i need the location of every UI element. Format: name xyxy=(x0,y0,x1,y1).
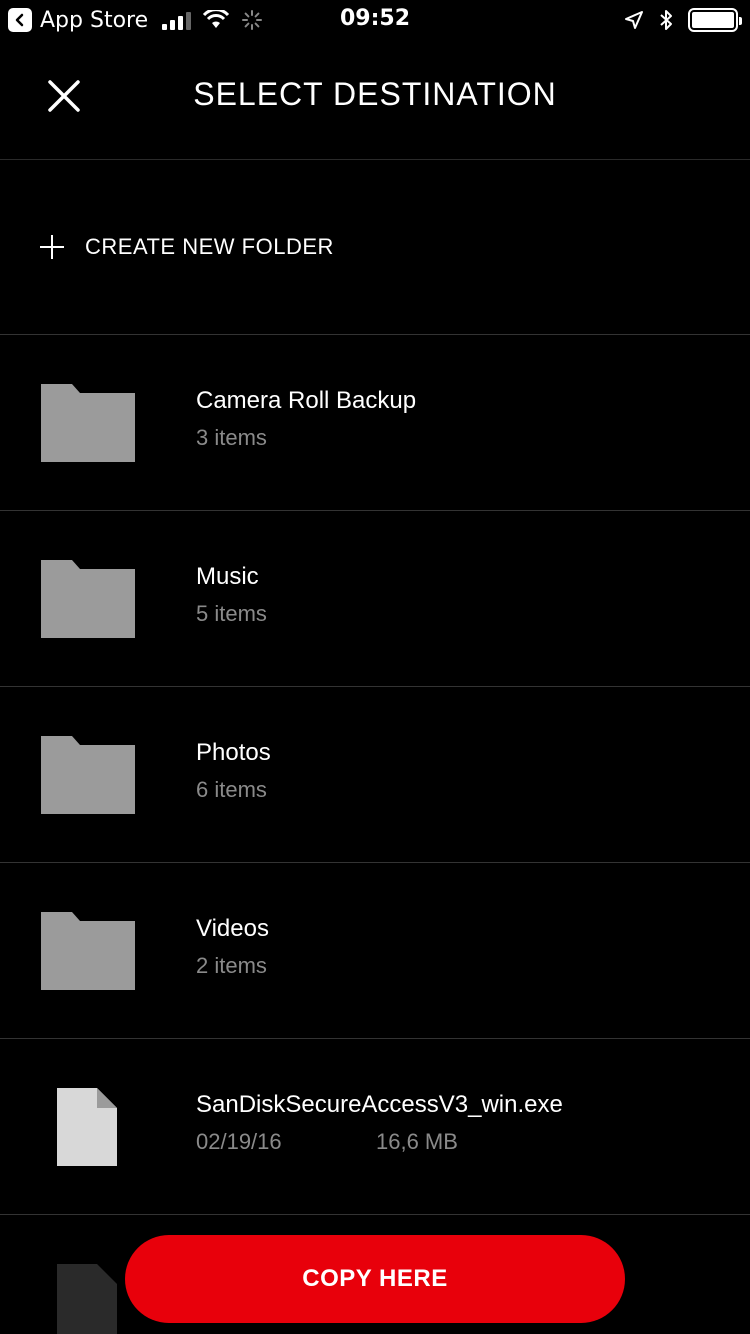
list-item-file[interactable]: SanDiskSecureAccessV3_win.exe 02/19/16 1… xyxy=(0,1039,750,1215)
battery-icon xyxy=(688,8,742,32)
item-name: Music xyxy=(196,563,259,590)
status-right xyxy=(624,6,742,34)
file-size: 16,6 MB xyxy=(376,1129,458,1154)
location-arrow-icon xyxy=(625,11,643,29)
folder-icon xyxy=(41,912,135,990)
folder-icon xyxy=(41,736,135,814)
item-name: Photos xyxy=(196,739,271,766)
item-name: Videos xyxy=(196,915,269,942)
item-name: Camera Roll Backup xyxy=(196,387,417,414)
plus-icon xyxy=(40,235,64,259)
file-icon xyxy=(57,1088,117,1166)
item-count: 6 items xyxy=(196,777,267,802)
item-count: 2 items xyxy=(196,953,267,978)
folder-icon xyxy=(41,384,135,462)
list-item-folder[interactable]: Videos 2 items xyxy=(0,863,750,1039)
file-date: 02/19/16 xyxy=(196,1129,282,1154)
destination-list: Camera Roll Backup 3 items Music 5 items… xyxy=(0,335,750,1334)
list-item-folder[interactable]: Music 5 items xyxy=(0,511,750,687)
folder-icon xyxy=(41,560,135,638)
page-title: SELECT DESTINATION xyxy=(193,76,557,112)
copy-here-button[interactable]: COPY HERE xyxy=(125,1235,625,1323)
create-new-folder-button[interactable]: CREATE NEW FOLDER xyxy=(0,160,750,335)
item-count: 5 items xyxy=(196,601,267,626)
item-count: 3 items xyxy=(196,425,267,450)
bluetooth-icon xyxy=(660,10,672,30)
create-new-folder-label: CREATE NEW FOLDER xyxy=(85,234,334,259)
list-item-folder[interactable]: Camera Roll Backup 3 items xyxy=(0,335,750,511)
file-icon xyxy=(57,1264,117,1334)
list-item-folder[interactable]: Photos 6 items xyxy=(0,687,750,863)
header: SELECT DESTINATION xyxy=(0,40,750,160)
status-bar: App Store 09:52 xyxy=(0,0,750,40)
item-name: SanDiskSecureAccessV3_win.exe xyxy=(196,1091,563,1118)
